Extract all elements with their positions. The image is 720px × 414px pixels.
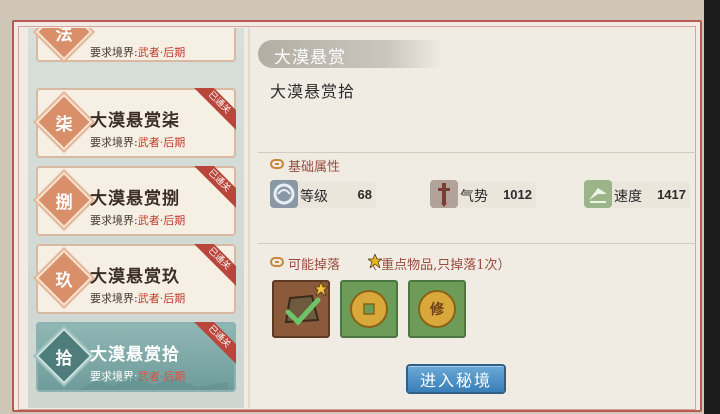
screen-edge bbox=[704, 0, 720, 414]
divider bbox=[258, 243, 696, 244]
seal-char: 玖 bbox=[55, 270, 73, 291]
bounty-list[interactable]: 法 要求境界:武者·后期 柒 大漠悬赏柒 要求境界:武者·后期 已通关 捌 大漠… bbox=[28, 28, 244, 408]
item-title: 大漠悬赏玖 bbox=[90, 267, 180, 287]
item-title: 大漠悬赏捌 bbox=[90, 189, 180, 209]
seal-char: 拾 bbox=[55, 348, 73, 369]
attributes-label: 基础属性 bbox=[288, 160, 341, 175]
drop-item-cultivation-coin[interactable]: 修 bbox=[408, 280, 466, 338]
level-icon bbox=[270, 180, 298, 208]
item-title: 大漠悬赏柒 bbox=[90, 111, 180, 131]
column-divider bbox=[248, 28, 250, 408]
star-icon bbox=[314, 282, 328, 296]
drop-item-treasure[interactable] bbox=[272, 280, 330, 338]
item-requirement: 要求境界:武者·后期 bbox=[90, 292, 186, 305]
item-requirement: 要求境界:武者·后期 bbox=[90, 214, 186, 227]
seal-char: 柒 bbox=[55, 114, 73, 135]
drop-item-coin[interactable] bbox=[340, 280, 398, 338]
stat-label: 等级 bbox=[300, 189, 328, 205]
list-item[interactable]: 捌 大漠悬赏捌 要求境界:武者·后期 已通关 bbox=[35, 166, 236, 236]
momentum-icon bbox=[430, 180, 458, 208]
list-item-selected[interactable]: 拾 大漠悬赏拾 要求境界:武者·后期 已通关 bbox=[35, 322, 236, 392]
stat-level: 等级 68 bbox=[270, 180, 376, 208]
stat-label: 气势 bbox=[460, 189, 488, 205]
drops-label: 可能掉落 bbox=[288, 258, 341, 273]
item-requirement: 要求境界:武者·后期 bbox=[90, 46, 186, 59]
drops-note: （ 重点物品,只掉落1次） bbox=[364, 258, 511, 273]
cleared-ribbon: 已通关 bbox=[194, 244, 236, 286]
item-title: 大漠悬赏拾 bbox=[90, 345, 180, 365]
seal-char: 法 bbox=[55, 28, 73, 45]
copper-coin-icon bbox=[350, 290, 388, 328]
divider bbox=[258, 152, 696, 153]
stat-value: 1417 bbox=[657, 187, 686, 202]
list-item[interactable]: 法 要求境界:武者·后期 bbox=[35, 28, 236, 62]
stat-value: 1012 bbox=[503, 187, 532, 202]
item-requirement: 要求境界:武者·后期 bbox=[90, 136, 186, 149]
star-icon bbox=[368, 254, 382, 268]
cleared-ribbon: 已通关 bbox=[194, 322, 236, 364]
speed-icon bbox=[584, 180, 612, 208]
seal-char: 捌 bbox=[55, 192, 73, 213]
list-item[interactable]: 柒 大漠悬赏柒 要求境界:武者·后期 已通关 bbox=[35, 88, 236, 158]
enter-realm-button[interactable]: 进入秘境 bbox=[406, 364, 506, 394]
stat-label: 速度 bbox=[614, 189, 642, 205]
bounty-name: 大漠悬赏拾 bbox=[270, 82, 356, 101]
cleared-ribbon: 已通关 bbox=[194, 166, 236, 208]
cloud-icon bbox=[270, 257, 284, 267]
coin-glyph: 修 bbox=[430, 302, 444, 318]
stat-momentum: 气势 1012 bbox=[430, 180, 536, 208]
mountain-decoration bbox=[78, 376, 228, 390]
cleared-ribbon: 已通关 bbox=[194, 88, 236, 130]
cloud-icon bbox=[270, 159, 284, 169]
stat-speed: 速度 1417 bbox=[584, 180, 690, 208]
page-title: 大漠悬赏 bbox=[274, 48, 346, 68]
stat-value: 68 bbox=[357, 187, 372, 202]
list-item[interactable]: 玖 大漠悬赏玖 要求境界:武者·后期 已通关 bbox=[35, 244, 236, 314]
